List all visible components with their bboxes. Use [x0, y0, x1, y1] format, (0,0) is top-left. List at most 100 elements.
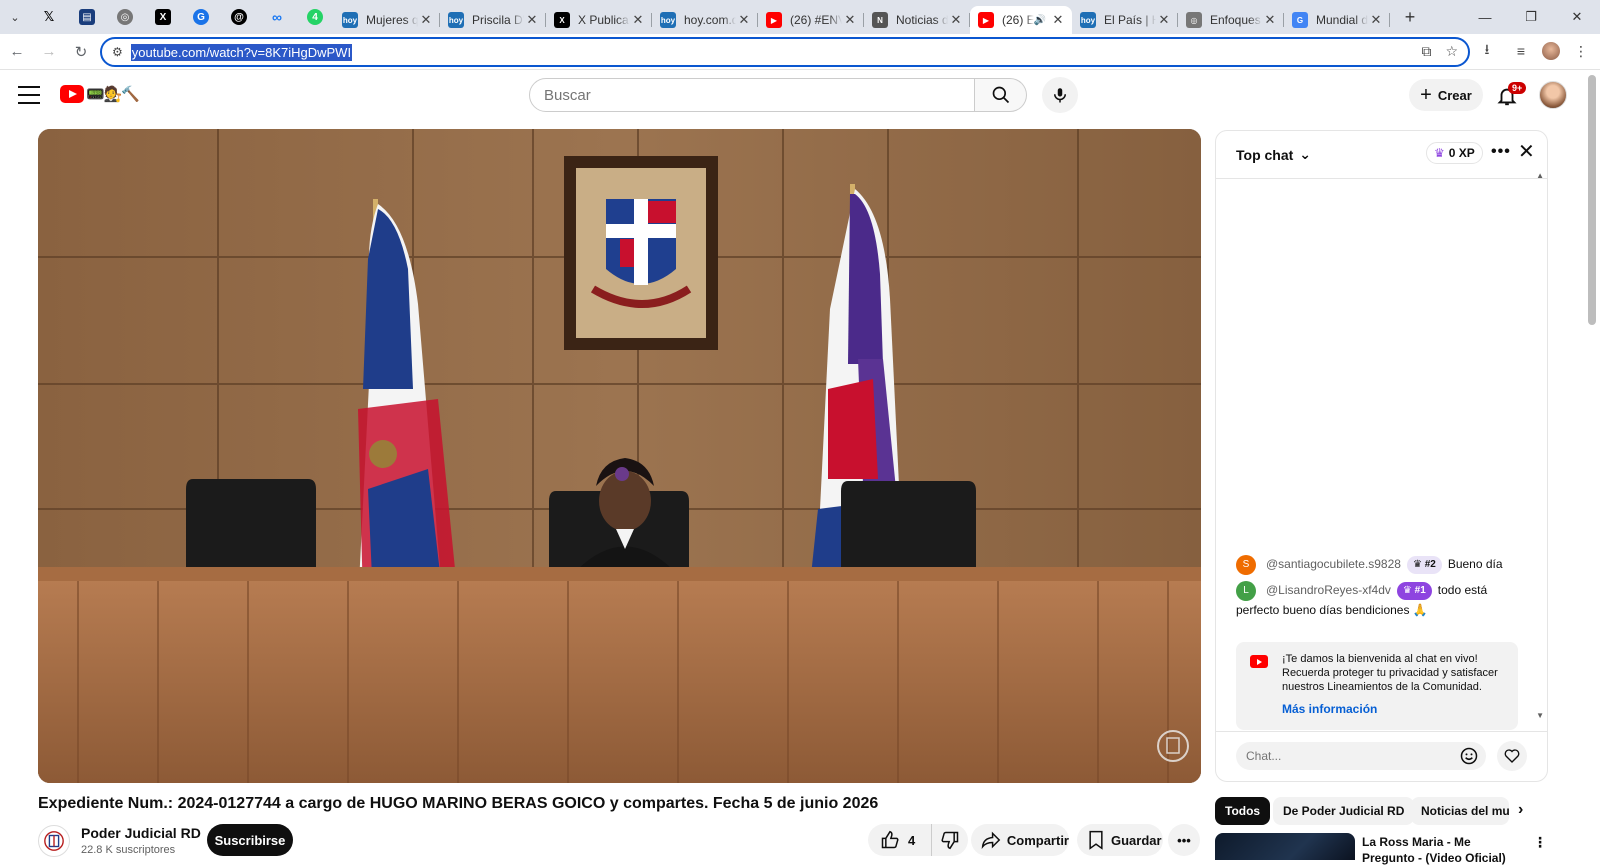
browser-tab[interactable]: ◎ Enfoques d✕ — [1178, 6, 1284, 34]
pinned-tab-meta[interactable]: ∞ — [258, 0, 296, 34]
browser-tab[interactable]: ▶ (26) Ex🔊 ✕ — [970, 6, 1072, 34]
emoji-icon — [1460, 747, 1478, 765]
tab-title: (26) Ex — [1002, 13, 1034, 27]
reaction-button[interactable] — [1497, 741, 1527, 771]
tab-favicon-icon: ◎ — [1186, 12, 1202, 28]
chat-more-icon[interactable]: ••• — [1491, 143, 1511, 161]
close-tab-icon[interactable]: ✕ — [418, 12, 434, 28]
dislike-button[interactable] — [932, 830, 968, 850]
more-info-link[interactable]: Más información — [1282, 702, 1508, 716]
browser-profile-avatar[interactable] — [1542, 42, 1560, 60]
chat-author-name[interactable]: @santiagocubilete.s9828 — [1266, 557, 1401, 571]
share-button[interactable]: Compartir — [971, 824, 1069, 856]
pinned-tab-news[interactable]: ▤ — [68, 0, 106, 34]
chat-author-avatar[interactable]: L — [1236, 581, 1256, 601]
browser-tab[interactable]: hoy hoy.com.d ✕ — [652, 6, 758, 34]
speaker-icon[interactable]: 🔊 — [1034, 15, 1046, 26]
search-button[interactable] — [975, 78, 1027, 112]
bookmark-star-icon[interactable]: ☆ — [1445, 43, 1458, 60]
chat-input[interactable]: Chat... — [1236, 742, 1486, 770]
channel-avatar[interactable] — [38, 825, 70, 857]
browser-menu-icon[interactable]: ⋮ — [1568, 38, 1594, 64]
chat-author-avatar[interactable]: S — [1236, 555, 1256, 575]
thumbs-down-icon — [941, 831, 959, 850]
close-tab-icon[interactable]: ✕ — [1368, 12, 1384, 28]
forward-button[interactable]: → — [34, 37, 64, 67]
close-window-button[interactable]: ✕ — [1554, 0, 1600, 34]
recommendation-title[interactable]: La Ross Maria - Me Pregunto - (Video Ofi… — [1362, 834, 1522, 866]
welcome-text: ¡Te damos la bienvenida al chat en vivo!… — [1282, 653, 1498, 693]
voice-search-button[interactable] — [1042, 77, 1078, 113]
like-button[interactable]: 4 — [868, 824, 932, 856]
live-chat-panel: Top chat ⌄ ♛ 0 XP ••• ✕ ▲ ▼ S @santiagocu… — [1215, 130, 1548, 782]
url-text[interactable]: youtube.com/watch?v=8K7iHgDwPWI — [130, 43, 353, 61]
close-tab-icon[interactable]: ✕ — [1262, 12, 1278, 28]
recommendation-thumbnail[interactable] — [1215, 833, 1355, 860]
create-button[interactable]: + Crear — [1409, 79, 1483, 111]
close-tab-icon[interactable]: ✕ — [842, 12, 858, 28]
tab-favicon-icon: ▶ — [766, 12, 782, 28]
pinned-tab-x[interactable]: 𝕏 — [30, 0, 68, 34]
news-icon: ▤ — [79, 9, 95, 25]
address-bar[interactable]: ⚙ youtube.com/watch?v=8K7iHgDwPWI ⧉ ☆ — [100, 37, 1470, 67]
tab-title: Noticias de — [896, 13, 948, 27]
youtube-logo[interactable]: 📟🧑‍⚖️🔨 — [60, 85, 140, 103]
chat-welcome-banner: ¡Te damos la bienvenida al chat en vivo!… — [1236, 642, 1518, 730]
chat-author-name[interactable]: @LisandroReyes-xf4dv — [1266, 583, 1391, 597]
pinned-tab-whatsapp[interactable]: 4 — [296, 0, 334, 34]
save-button[interactable]: Guardar — [1077, 824, 1163, 856]
browser-tab[interactable]: G Mundial de✕ — [1284, 6, 1390, 34]
browser-tab[interactable]: hoy Mujeres qu✕ — [334, 6, 440, 34]
close-tab-icon[interactable]: ✕ — [948, 12, 964, 28]
close-chat-icon[interactable]: ✕ — [1518, 139, 1535, 164]
account-avatar[interactable] — [1539, 81, 1567, 109]
search-input[interactable]: Buscar — [529, 78, 975, 112]
browser-tab[interactable]: X X Publicar ✕ — [546, 6, 652, 34]
subscriber-count: 22.8 K suscriptores — [81, 844, 176, 856]
close-tab-icon[interactable]: ✕ — [524, 12, 540, 28]
reload-button[interactable]: ↻ — [66, 37, 96, 67]
subscribe-button[interactable]: Suscribirse — [207, 824, 293, 856]
install-app-icon[interactable]: ⧉ — [1421, 43, 1431, 60]
page-scrollbar[interactable] — [1588, 75, 1596, 325]
more-actions-button[interactable]: ••• — [1168, 824, 1200, 856]
chip-channel[interactable]: De Poder Judicial RD — [1273, 797, 1415, 825]
menu-icon[interactable] — [18, 86, 40, 104]
close-tab-icon[interactable]: ✕ — [1156, 12, 1172, 28]
download-icon[interactable]: ⭳ — [1474, 38, 1500, 64]
chat-scroll-down-icon[interactable]: ▼ — [1536, 711, 1544, 720]
pinned-tab-threads[interactable]: @ — [220, 0, 258, 34]
emoji-picker-button[interactable] — [1459, 746, 1479, 771]
judiciary-logo-icon — [44, 831, 64, 851]
chip-news[interactable]: Noticias del mun — [1411, 797, 1509, 825]
close-tab-icon[interactable]: ✕ — [1050, 12, 1066, 28]
chat-scroll-up-icon[interactable]: ▲ — [1536, 171, 1544, 180]
chip-all[interactable]: Todos — [1215, 797, 1271, 825]
browser-tab-strip: ⌄ 𝕏 ▤ ◎ X G @ ∞ 4 hoyMujeres qu✕hoyPrisc… — [0, 0, 1600, 34]
close-tab-icon[interactable]: ✕ — [736, 12, 752, 28]
tab-search-icon[interactable]: ⌄ — [0, 0, 30, 34]
tab-title: hoy.com.d — [684, 13, 736, 27]
chat-mode-dropdown[interactable]: Top chat ⌄ — [1236, 146, 1311, 163]
browser-tab[interactable]: hoy El País | Ho✕ — [1072, 6, 1178, 34]
new-tab-button[interactable]: + — [1396, 7, 1424, 28]
chevron-right-icon[interactable]: › — [1518, 801, 1523, 819]
tab-favicon-icon: ▶ — [978, 12, 994, 28]
site-info-icon[interactable]: ⚙ — [112, 45, 123, 59]
back-button[interactable]: ← — [2, 37, 32, 67]
pinned-tab-x2[interactable]: X — [144, 0, 182, 34]
pinned-tab-globe[interactable]: ◎ — [106, 0, 144, 34]
restore-button[interactable]: ❐ — [1508, 0, 1554, 34]
rank-badge: ♛ #1 — [1396, 582, 1432, 600]
recommendation-more-icon[interactable]: ⋮ — [1533, 834, 1547, 851]
minimize-button[interactable]: — — [1462, 0, 1508, 34]
pinned-tab-grammarly[interactable]: G — [182, 0, 220, 34]
browser-tab[interactable]: N Noticias de✕ — [864, 6, 970, 34]
media-control-icon[interactable]: ≡ — [1508, 38, 1534, 64]
video-player[interactable] — [38, 129, 1201, 783]
browser-tab[interactable]: ▶ (26) #ENVI✕ — [758, 6, 864, 34]
browser-tab[interactable]: hoy Priscila D'C✕ — [440, 6, 546, 34]
close-tab-icon[interactable]: ✕ — [630, 12, 646, 28]
xp-badge[interactable]: ♛ 0 XP — [1426, 142, 1483, 164]
channel-name[interactable]: Poder Judicial RD — [81, 825, 201, 841]
